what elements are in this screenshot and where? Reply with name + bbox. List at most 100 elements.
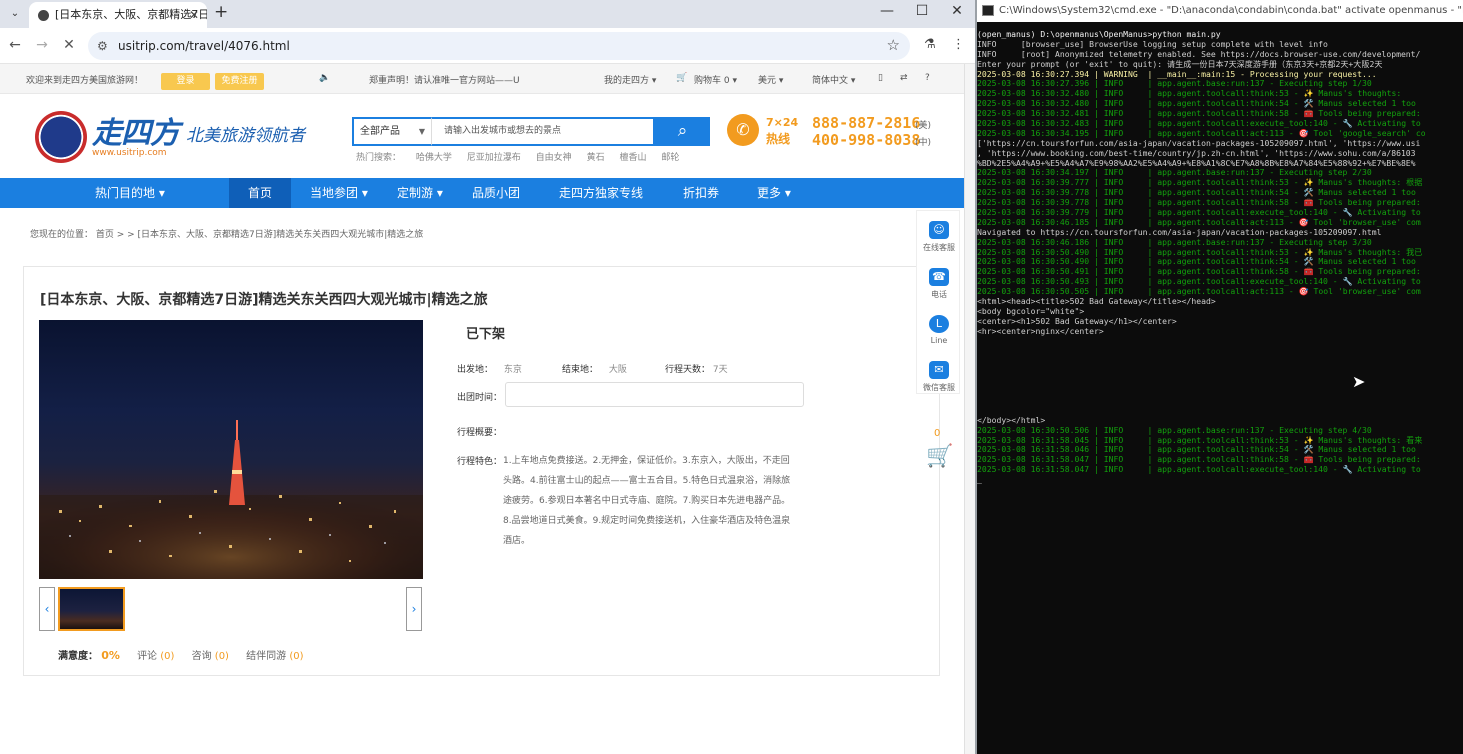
register-button[interactable]: 免费注册	[215, 73, 264, 90]
site-header: 走四方 www.usitrip.com 北美旅游领航者 全部产品 ▼ 请输入出发…	[0, 94, 964, 178]
hot-search-item[interactable]: 尼亚加拉瀑布	[467, 153, 521, 163]
sidebar-line[interactable]: L Line	[917, 315, 961, 345]
stop-loading-icon[interactable]: ✕	[60, 37, 78, 53]
share-icon[interactable]: ⇄	[900, 73, 908, 83]
date-select[interactable]	[505, 382, 804, 407]
companion-link[interactable]: 结伴同游	[246, 651, 286, 662]
nav-small-groups[interactable]: 品质小团	[472, 178, 520, 208]
cmd-line: 2025-03-08 16:30:50.493 | INFO | app.age…	[977, 277, 1421, 287]
summary-label: 行程概要：	[457, 428, 503, 438]
nav-home[interactable]: 首页	[229, 178, 291, 208]
end-value: 大阪	[608, 365, 627, 375]
reviews-count: (0)	[160, 651, 175, 662]
cmd-line: Enter your prompt (or 'exit' to quit): 请…	[977, 59, 1383, 69]
hot-search: 热门搜索： 哈佛大学 尼亚加拉瀑布 自由女神 黄石 檀香山 邮轮	[356, 150, 691, 163]
logo-url: www.usitrip.com	[92, 148, 167, 158]
cmd-line: 2025-03-08 16:30:39.777 | INFO | app.age…	[977, 178, 1423, 188]
cmd-line: 2025-03-08 16:30:46.185 | INFO | app.age…	[977, 217, 1421, 227]
page-scrollbar[interactable]	[964, 64, 975, 754]
telephone-icon: ☎	[929, 268, 949, 286]
tab-close-icon[interactable]: ✕	[189, 2, 199, 28]
cmd-line: _	[977, 475, 982, 485]
hot-search-item[interactable]: 自由女神	[536, 153, 572, 163]
cmd-line: 2025-03-08 16:30:50.490 | INFO | app.age…	[977, 247, 1423, 257]
sidebar-online-service[interactable]: ☺ 在线客服	[917, 221, 961, 253]
url-text[interactable]: usitrip.com/travel/4076.html	[118, 32, 290, 60]
language-select[interactable]: 简体中文 ▾	[812, 73, 855, 86]
end-label: 结束地：	[562, 365, 599, 375]
help-icon[interactable]: ?	[925, 73, 930, 83]
hotline-hours: 7×24	[766, 116, 799, 129]
hot-search-item[interactable]: 邮轮	[661, 153, 679, 163]
wechat-icon: ✉	[929, 361, 949, 379]
search-category-select[interactable]: 全部产品 ▼	[352, 117, 431, 146]
search-category-label: 全部产品	[360, 126, 400, 137]
bookmark-star-icon[interactable]: ☆	[887, 36, 900, 54]
cmd-line: 2025-03-08 16:31:58.047 | INFO | app.age…	[977, 455, 1421, 465]
product-title: [日本东京、大阪、京都精选7日游]精选关东关西四大观光城市|精选之旅	[40, 292, 488, 308]
thumbnail-image[interactable]	[58, 587, 125, 631]
web-page: 欢迎来到走四方美国旅游网！ 登录 免费注册 🔈 郑重声明！请认准唯一官方网站——…	[0, 64, 964, 754]
nav-custom-tours[interactable]: 定制游 ▾	[397, 178, 443, 208]
consult-link[interactable]: 咨询	[192, 651, 212, 662]
currency-select[interactable]: 美元 ▾	[758, 73, 783, 86]
thumb-prev-button[interactable]: ‹	[39, 587, 55, 631]
city-night-image	[39, 420, 423, 579]
cart-link[interactable]: 购物车 0 ▾	[694, 73, 737, 86]
sidebar-wechat[interactable]: ✉ 微信客服	[917, 361, 961, 393]
nav-more[interactable]: 更多 ▾	[757, 178, 791, 208]
cmd-line: 2025-03-08 16:31:58.045 | INFO | app.age…	[977, 435, 1423, 445]
extension-icon[interactable]: ⚗	[924, 37, 936, 52]
forward-icon[interactable]: →	[33, 37, 51, 53]
address-bar[interactable]: ⚙ usitrip.com/travel/4076.html ☆	[88, 32, 910, 60]
float-cart-icon[interactable]: 🛒	[926, 444, 953, 469]
phone-us-tag: (美)	[915, 121, 932, 131]
breadcrumb[interactable]: 您现在的位置： 首页 > > [日本东京、大阪、京都精选7日游]精选关东关西四大…	[30, 227, 423, 240]
date-label: 出团时间：	[457, 393, 503, 403]
close-window-icon[interactable]: ✕	[942, 3, 972, 19]
depart-label: 出发地：	[457, 365, 494, 375]
main-nav: 热门目的地 ▾ 首页 当地参团 ▾ 定制游 ▾ 品质小团 走四方独家专线 折扣券…	[0, 178, 964, 208]
cmd-line: 2025-03-08 16:30:39.778 | INFO | app.age…	[977, 198, 1421, 208]
depart-row: 出发地： 东京	[457, 362, 522, 375]
cmd-line: 2025-03-08 16:30:50.505 | INFO | app.age…	[977, 287, 1421, 297]
cmd-line: 2025-03-08 16:30:50.506 | INFO | app.age…	[977, 425, 1372, 435]
hot-search-item[interactable]: 哈佛大学	[416, 153, 452, 163]
new-tab-icon[interactable]: +	[214, 2, 228, 22]
cmd-line: 2025-03-08 16:30:46.186 | INFO | app.age…	[977, 237, 1372, 247]
login-button[interactable]: 登录	[161, 73, 210, 90]
back-icon[interactable]: ←	[6, 37, 24, 53]
hot-search-item[interactable]: 檀香山	[619, 153, 646, 163]
menu-icon[interactable]: ⋮	[952, 37, 965, 52]
minimize-icon[interactable]: —	[872, 3, 902, 19]
sidebar-phone[interactable]: ☎ 电话	[917, 268, 961, 300]
logo-globe-icon[interactable]	[35, 111, 87, 163]
product-status: 已下架	[466, 327, 506, 342]
product-photo[interactable]	[39, 320, 423, 579]
reviews-link[interactable]: 评论	[137, 651, 157, 662]
nav-coupons[interactable]: 折扣券	[683, 178, 719, 208]
cmd-line	[977, 386, 1463, 396]
nav-local-tours[interactable]: 当地参团 ▾	[310, 178, 368, 208]
sidebar-label: 电话	[931, 290, 947, 299]
days-row: 行程天数： 7天	[665, 362, 728, 375]
nav-exclusive-lines[interactable]: 走四方独家专线	[559, 178, 643, 208]
tab-search-icon[interactable]: ⌄	[6, 5, 24, 23]
sidebar-label: 在线客服	[923, 243, 955, 252]
logo-text[interactable]: 走四方	[92, 108, 180, 152]
mobile-icon[interactable]: ▯	[878, 73, 883, 83]
tab-favicon-icon	[38, 10, 49, 21]
search-button[interactable]: ⌕	[655, 117, 710, 146]
notice-text[interactable]: 郑重声明！请认准唯一官方网站——U	[369, 73, 520, 86]
cmd-titlebar[interactable]: C:\Windows\System32\cmd.exe - "D:\anacon…	[977, 0, 1463, 22]
phone-icon: ✆	[727, 114, 759, 146]
site-info-icon[interactable]: ⚙	[97, 39, 108, 53]
thumb-next-button[interactable]: ›	[406, 587, 422, 631]
maximize-icon[interactable]: ☐	[907, 3, 937, 19]
active-tab[interactable]: [日本东京、大阪、京都精选7日 ✕	[29, 2, 207, 28]
search-input[interactable]: 请输入出发城市或想去的景点	[431, 117, 655, 146]
cmd-output[interactable]: (open_manus) D:\openmanus\OpenManus>pyth…	[977, 30, 1463, 485]
hot-search-item[interactable]: 黄石	[587, 153, 605, 163]
nav-hot-destinations[interactable]: 热门目的地 ▾	[95, 178, 165, 208]
my-account-link[interactable]: 我的走四方 ▾	[604, 73, 656, 86]
